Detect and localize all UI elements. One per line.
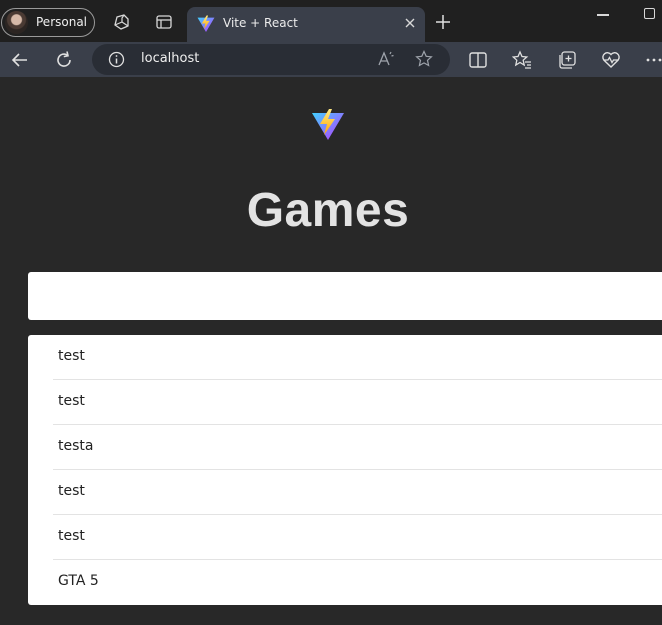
read-aloud-icon[interactable] bbox=[377, 50, 395, 68]
list-item-label: test bbox=[58, 348, 85, 364]
toolbar: localhost bbox=[0, 42, 662, 77]
back-icon[interactable] bbox=[10, 50, 30, 70]
favorites-icon[interactable] bbox=[512, 50, 532, 70]
address-text[interactable]: localhost bbox=[141, 51, 199, 66]
page-title: Games bbox=[246, 184, 410, 237]
more-icon[interactable] bbox=[644, 50, 662, 70]
maximize-icon[interactable] bbox=[644, 8, 655, 19]
list-item[interactable]: GTA 5 bbox=[53, 560, 662, 605]
page-content: Games test test testa test test GTA 5 bbox=[0, 77, 662, 625]
tab-vite-react[interactable]: Vite + React bbox=[187, 7, 425, 42]
list-item-label: test bbox=[58, 483, 85, 499]
tab-actions-icon[interactable] bbox=[155, 13, 173, 31]
list-item[interactable]: test bbox=[53, 470, 662, 515]
tab-title: Vite + React bbox=[223, 16, 298, 30]
new-tab-icon[interactable] bbox=[434, 13, 452, 31]
favorite-star-icon[interactable] bbox=[415, 50, 433, 68]
address-bar[interactable]: localhost bbox=[92, 44, 450, 75]
vite-logo-icon[interactable] bbox=[311, 108, 345, 142]
title-bar: Personal Vite + React bbox=[0, 0, 662, 42]
list-item-label: GTA 5 bbox=[58, 573, 99, 589]
workspaces-icon[interactable] bbox=[112, 13, 130, 31]
list-item[interactable]: test bbox=[53, 380, 662, 425]
search-input[interactable] bbox=[28, 272, 662, 320]
list-item[interactable]: testa bbox=[53, 425, 662, 470]
profile-button[interactable]: Personal bbox=[1, 8, 95, 37]
list-item-label: test bbox=[58, 393, 85, 409]
close-icon[interactable] bbox=[403, 16, 417, 30]
profile-label: Personal bbox=[36, 15, 88, 29]
list-item[interactable]: test bbox=[53, 335, 662, 380]
list-item-label: testa bbox=[58, 438, 94, 454]
vite-favicon-icon bbox=[197, 15, 215, 32]
split-screen-icon[interactable] bbox=[468, 50, 488, 70]
avatar bbox=[5, 11, 28, 34]
collections-icon[interactable] bbox=[557, 50, 577, 70]
minimize-icon[interactable] bbox=[597, 14, 609, 16]
refresh-icon[interactable] bbox=[54, 50, 74, 70]
list-item-label: test bbox=[58, 528, 85, 544]
info-icon[interactable] bbox=[108, 51, 125, 68]
browser-essentials-icon[interactable] bbox=[601, 50, 621, 70]
list-item[interactable]: test bbox=[53, 515, 662, 560]
games-list: test test testa test test GTA 5 bbox=[28, 335, 662, 605]
